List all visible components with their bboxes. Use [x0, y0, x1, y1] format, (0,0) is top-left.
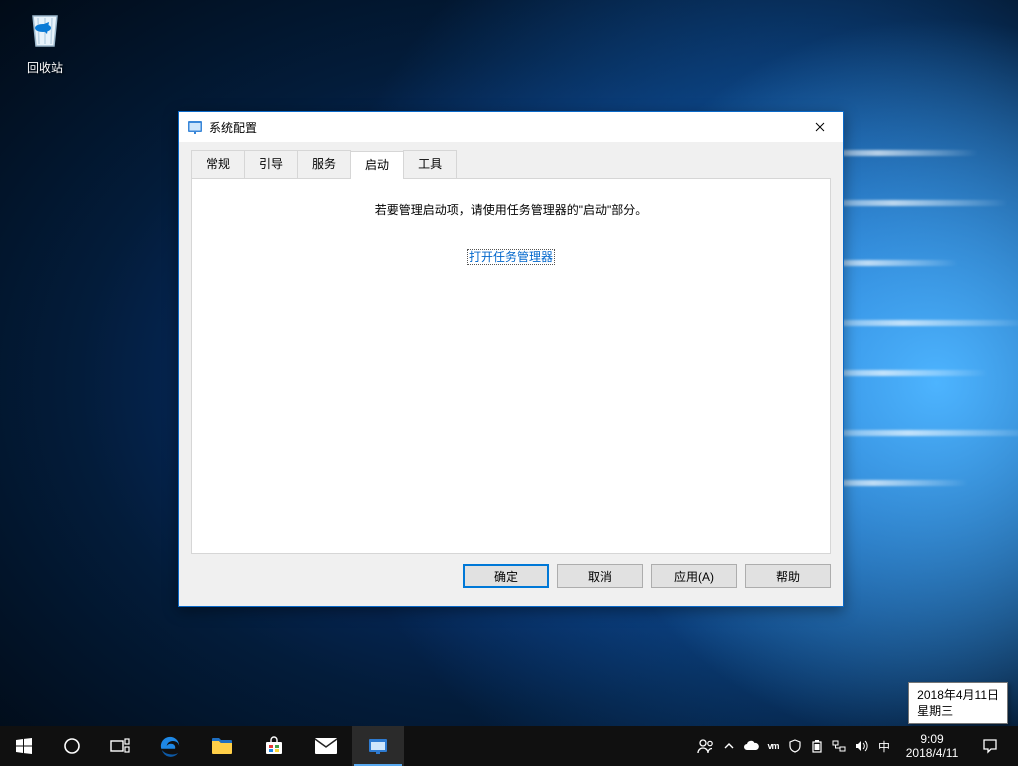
store-icon: [264, 736, 284, 756]
tray-network[interactable]: [828, 726, 850, 766]
dialog-button-row: 确定 取消 应用(A) 帮助: [191, 564, 831, 588]
vm-icon: vm: [767, 741, 778, 751]
volume-icon: [854, 739, 868, 753]
help-button[interactable]: 帮助: [745, 564, 831, 588]
file-explorer-icon: [211, 737, 233, 755]
cortana-icon: [63, 737, 81, 755]
taskbar-app-explorer[interactable]: [196, 726, 248, 766]
close-icon: [815, 122, 825, 132]
windows-icon: [16, 738, 32, 754]
clock-tooltip: 2018年4月11日 星期三: [908, 682, 1008, 724]
taskbar-clock[interactable]: 9:09 2018/4/11: [896, 726, 968, 766]
chevron-up-icon: [724, 741, 734, 751]
apply-button[interactable]: 应用(A): [651, 564, 737, 588]
ime-label: 中: [878, 738, 890, 755]
clock-date: 2018/4/11: [906, 746, 959, 760]
ime-indicator[interactable]: 中: [872, 726, 896, 766]
tab-strip: 常规 引导 服务 启动 工具: [191, 150, 831, 178]
recycle-bin-label: 回收站: [10, 59, 80, 76]
show-desktop-strip[interactable]: [1012, 726, 1018, 766]
cloud-icon: [743, 740, 759, 752]
cancel-button[interactable]: 取消: [557, 564, 643, 588]
action-center-button[interactable]: [968, 726, 1012, 766]
power-icon: [811, 739, 823, 753]
taskbar: vm 中 9:09 2018/4/11: [0, 726, 1018, 766]
tab-startup[interactable]: 启动: [350, 151, 404, 179]
people-icon: [697, 737, 715, 755]
msconfig-taskbar-icon: [367, 736, 389, 756]
edge-icon: [159, 735, 181, 757]
tab-boot[interactable]: 引导: [244, 150, 298, 178]
tray-overflow[interactable]: [718, 726, 740, 766]
open-task-manager-link[interactable]: 打开任务管理器: [467, 249, 555, 265]
task-view-button[interactable]: [96, 726, 144, 766]
tray-vm-tools[interactable]: vm: [762, 726, 784, 766]
tray-power[interactable]: [806, 726, 828, 766]
tray-security[interactable]: [784, 726, 806, 766]
tab-services[interactable]: 服务: [297, 150, 351, 178]
tooltip-date: 2018年4月11日: [917, 687, 999, 703]
dialog-close-button[interactable]: [797, 112, 843, 142]
people-button[interactable]: [694, 726, 718, 766]
shield-icon: [789, 739, 801, 753]
start-button[interactable]: [0, 726, 48, 766]
mail-icon: [314, 737, 338, 755]
taskbar-app-store[interactable]: [248, 726, 300, 766]
taskbar-app-mail[interactable]: [300, 726, 352, 766]
network-icon: [832, 739, 846, 753]
tab-tools[interactable]: 工具: [403, 150, 457, 178]
taskbar-app-msconfig[interactable]: [352, 726, 404, 766]
recycle-bin-icon: [21, 4, 69, 52]
startup-message: 若要管理启动项，请使用任务管理器的"启动"部分。: [192, 201, 830, 218]
dialog-title: 系统配置: [209, 119, 257, 136]
tab-page-startup: 若要管理启动项，请使用任务管理器的"启动"部分。 打开任务管理器: [191, 178, 831, 554]
notification-icon: [982, 738, 998, 754]
cortana-button[interactable]: [48, 726, 96, 766]
recycle-bin[interactable]: 回收站: [10, 4, 80, 76]
clock-time: 9:09: [920, 732, 943, 746]
msconfig-icon: [187, 119, 203, 135]
tooltip-weekday: 星期三: [917, 703, 999, 719]
dialog-titlebar[interactable]: 系统配置: [179, 112, 843, 142]
tray-volume[interactable]: [850, 726, 872, 766]
task-view-icon: [110, 738, 130, 754]
tray-onedrive[interactable]: [740, 726, 762, 766]
tab-general[interactable]: 常规: [191, 150, 245, 178]
msconfig-dialog: 系统配置 常规 引导 服务 启动 工具 若要管理启动项，请使用任务管理器的"启动…: [178, 111, 844, 607]
ok-button[interactable]: 确定: [463, 564, 549, 588]
taskbar-app-edge[interactable]: [144, 726, 196, 766]
